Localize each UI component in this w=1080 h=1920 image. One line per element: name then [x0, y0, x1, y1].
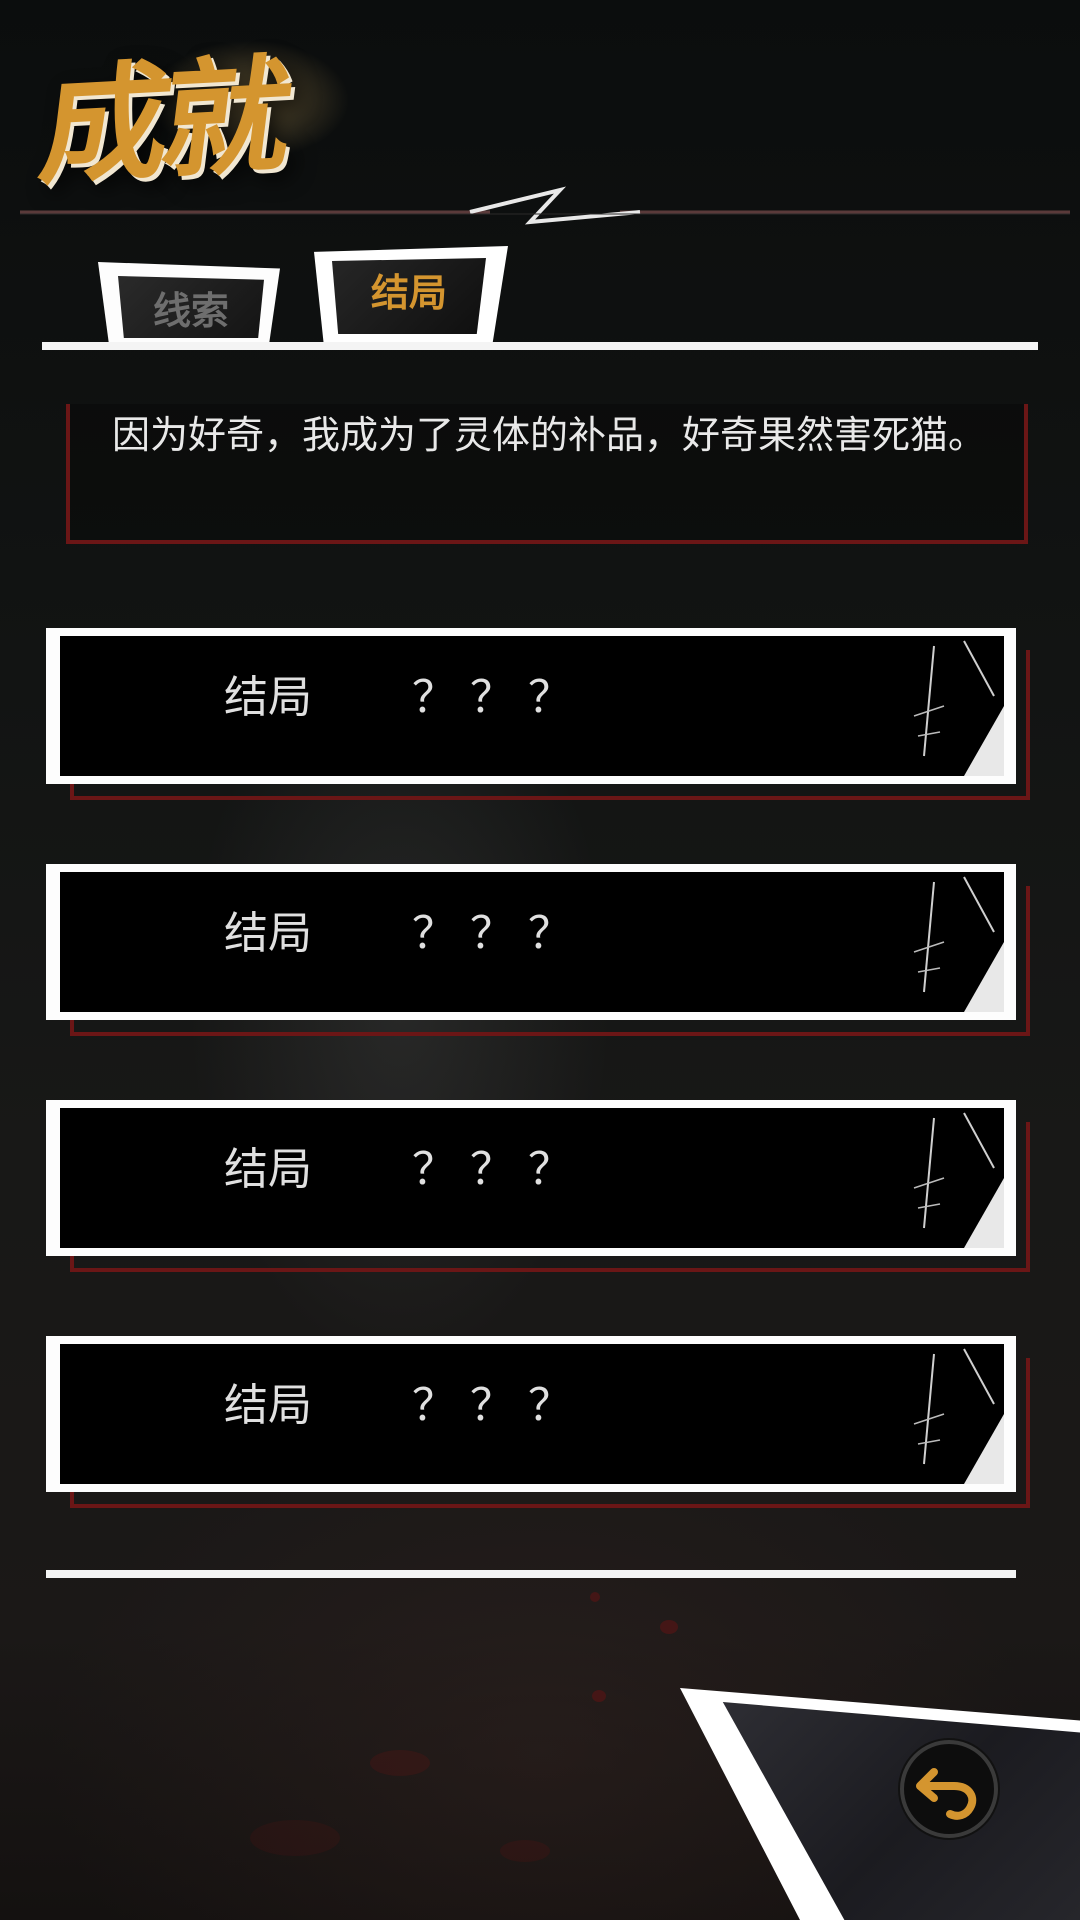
ending-card[interactable]: 结局 ？？？: [46, 864, 1030, 1036]
ending-name: ？？？: [412, 1144, 586, 1195]
achievements-screen: 成就 线索 结局 因为好奇，我成为了灵体的补品，好奇果然害死猫。 结局 ？？？: [0, 0, 1080, 1920]
tabs-underline: [42, 342, 1038, 350]
ending-card[interactable]: 结局 ？？？: [46, 1100, 1030, 1272]
ending-name: ？？？: [412, 908, 586, 959]
scratch-decoration: [913, 1348, 1004, 1484]
tab-clues[interactable]: 线索: [98, 262, 280, 344]
header-divider: [20, 186, 1070, 225]
ending-label: 结局: [224, 1380, 312, 1431]
partial-ending-card: [46, 1570, 1016, 1578]
blood-splatter: [592, 1690, 606, 1702]
back-arrow-icon: [916, 1768, 977, 1820]
ending-label: 结局: [224, 1144, 312, 1195]
blood-splatter: [370, 1750, 430, 1776]
ending-card[interactable]: 结局 ？？？: [46, 628, 1030, 800]
ending-card[interactable]: 结局 ？？？: [46, 1336, 1030, 1508]
blood-splatter: [660, 1620, 678, 1634]
blood-splatter: [500, 1840, 550, 1862]
scratch-decoration: [913, 876, 1004, 1012]
tab-endings-label: 结局: [332, 258, 486, 334]
tab-clues-label: 线索: [118, 276, 264, 338]
blood-splatter: [590, 1592, 600, 1602]
ending-name: ？？？: [412, 1380, 586, 1431]
ending-label: 结局: [224, 908, 312, 959]
back-button[interactable]: [900, 1740, 998, 1838]
ending-name: ？？？: [412, 672, 586, 723]
scratch-decoration: [913, 1112, 1004, 1248]
blood-splatter: [250, 1820, 340, 1856]
scratch-decoration: [913, 640, 1004, 776]
ending-description: 因为好奇，我成为了灵体的补品，好奇果然害死猫。: [112, 413, 987, 457]
ending-label: 结局: [224, 672, 312, 723]
tab-endings[interactable]: 结局: [314, 246, 508, 344]
